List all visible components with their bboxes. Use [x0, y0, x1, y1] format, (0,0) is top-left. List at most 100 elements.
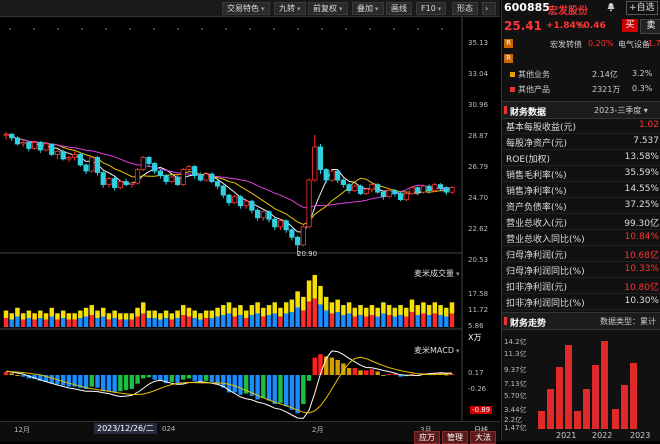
financial-row[interactable]: 每股净资产(元) 7.537: [502, 134, 660, 150]
pattern-button[interactable]: 形态: [452, 2, 478, 15]
stock-name[interactable]: 宏发股份: [548, 2, 588, 17]
trend-y-tick: 11.3亿: [504, 350, 527, 358]
financial-value: 35.59%: [624, 168, 659, 178]
trend-bar: [574, 411, 581, 429]
trend-y-tick: 1.47亿: [504, 424, 527, 432]
chart-toolbar: 交易特色 ▾ 九转 ▾ 前复权 ▾ 叠加 ▾ 画线 F10 ▾ 形态 ›: [0, 0, 500, 17]
draw-line-label: 画线: [391, 4, 407, 13]
volume-bar-top: [72, 313, 77, 320]
volume-bar-top: [392, 307, 398, 317]
candle-body: [186, 166, 192, 170]
macd-min-tick: -0.89: [470, 406, 493, 414]
financial-trend-chart: 14.2亿 11.3亿 9.37亿 7.13亿 5.70亿 3.44亿 2.2亿…: [502, 335, 660, 441]
financial-row[interactable]: 扣非净利润(元) 10.80亿: [502, 278, 660, 294]
financial-row[interactable]: 资产负债率(%) 37.25%: [502, 198, 660, 214]
grid-dot: [441, 28, 443, 30]
volume-bar-top: [358, 305, 363, 315]
financial-row[interactable]: 基本每股收益(元) 1.02: [502, 118, 660, 134]
macd-bar: [146, 375, 152, 378]
financial-value: 10.84%: [624, 232, 659, 242]
volume-bar-top: [324, 296, 329, 311]
data-type-value: 累计: [640, 317, 656, 326]
candle-body: [140, 157, 146, 170]
financial-key: 每股净资产(元): [506, 139, 568, 149]
macd-bar: [295, 375, 300, 414]
macd-pane-title[interactable]: 麦米MACD ▾: [414, 345, 460, 356]
financial-key: 扣非净利润(元): [506, 283, 568, 293]
macd-bar: [352, 368, 357, 375]
financial-row[interactable]: 销售毛利率(%) 35.59%: [502, 166, 660, 182]
macd-bar: [369, 369, 375, 375]
volume-bar-top: [32, 313, 37, 320]
sell-button[interactable]: 卖: [640, 19, 660, 34]
grid-dot: [249, 28, 251, 30]
bottom-button-3[interactable]: 大法: [470, 431, 496, 444]
data-type-label: 数据类型：: [600, 317, 640, 326]
volume-bar-top: [203, 310, 209, 318]
volume-bar-top: [329, 302, 335, 314]
expand-panel-button[interactable]: ›: [482, 2, 496, 15]
candle-body: [220, 185, 226, 196]
candle-body: [449, 187, 455, 193]
volume-pane-title[interactable]: 麦米成交量 ▾: [414, 268, 460, 279]
macd-bar: [272, 375, 277, 404]
time-axis[interactable]: 12月 2023/12/26/二 024 2月 3月 日线 应万 管理 大法: [0, 421, 500, 444]
trend-bar: [565, 345, 572, 429]
financial-value: 10.68亿: [624, 251, 659, 261]
financial-row[interactable]: 销售净利率(%) 14.55%: [502, 182, 660, 198]
financial-row[interactable]: 归母净利润同比(%) 10.33%: [502, 262, 660, 278]
chevron-down-icon: ▾: [261, 5, 265, 13]
financial-row[interactable]: 归母净利润(元) 10.68亿: [502, 246, 660, 262]
financial-key: 营业总收入(元): [506, 219, 568, 229]
volume-tick: 5.86: [468, 322, 484, 330]
macd-bar: [89, 375, 94, 387]
add-watchlist-button[interactable]: +自选: [626, 1, 658, 15]
trend-year: 2021: [556, 431, 577, 440]
volume-bar-top: [60, 310, 66, 318]
trading-features-button[interactable]: 交易特色 ▾: [222, 2, 270, 15]
volume-bar-top: [238, 305, 243, 315]
data-type-select[interactable]: 数据类型：累计: [600, 316, 656, 327]
buy-button[interactable]: 买: [622, 19, 638, 32]
bottom-button-2[interactable]: 管理: [442, 431, 468, 444]
candle-body: [260, 211, 266, 219]
nine-turn-button[interactable]: 九转 ▾: [274, 2, 306, 15]
candle-body: [123, 181, 129, 186]
overlay-button[interactable]: 叠加 ▾: [352, 2, 384, 15]
trend-bar: [538, 411, 545, 429]
macd-bar: [152, 375, 157, 380]
financial-row[interactable]: 营业总收入同比(%) 10.84%: [502, 230, 660, 246]
kline-chart[interactable]: 35.13 33.04 30.96 28.87 26.79 24.70 22.6…: [0, 17, 500, 441]
macd-bar: [203, 375, 209, 381]
candle-body: [163, 175, 169, 182]
volume-bar-top: [375, 307, 380, 317]
volume-bar-top: [249, 305, 255, 315]
candle-body: [443, 187, 449, 193]
financial-row[interactable]: 扣非净利润同比(%) 10.30%: [502, 294, 660, 310]
candle-body: [426, 185, 432, 192]
financial-row[interactable]: 营业总收入(元) 99.30亿: [502, 214, 660, 230]
bottom-button-1[interactable]: 应万: [414, 431, 440, 444]
volume-bar-top: [398, 305, 403, 315]
draw-line-button[interactable]: 画线: [386, 2, 412, 15]
forward-adjust-button[interactable]: 前复权 ▾: [308, 2, 348, 15]
volume-bar-top: [335, 299, 340, 312]
volume-bar-top: [112, 310, 117, 318]
volume-bar-top: [221, 305, 226, 315]
bell-icon[interactable]: [606, 2, 616, 12]
financial-row[interactable]: ROE(加权) 13.58%: [502, 150, 660, 166]
sector-label[interactable]: 电气设备: [618, 39, 650, 50]
trend-y-tick: 3.44亿: [504, 406, 527, 414]
candle-body: [197, 175, 204, 181]
chevron-right-icon: ›: [485, 4, 489, 13]
financial-key: 营业总收入同比(%): [506, 235, 585, 245]
macd-bar: [301, 375, 306, 404]
business-amount: 2321万: [592, 85, 621, 94]
chart-canvas[interactable]: [0, 17, 500, 421]
volume-bar-top: [352, 307, 357, 317]
candle-body: [49, 143, 55, 155]
macd-bar: [181, 375, 186, 380]
period-select[interactable]: 2023-三季度 ▾: [594, 105, 648, 116]
convertible-bond-label[interactable]: 宏发转债: [550, 39, 582, 50]
f10-button[interactable]: F10 ▾: [416, 2, 447, 15]
